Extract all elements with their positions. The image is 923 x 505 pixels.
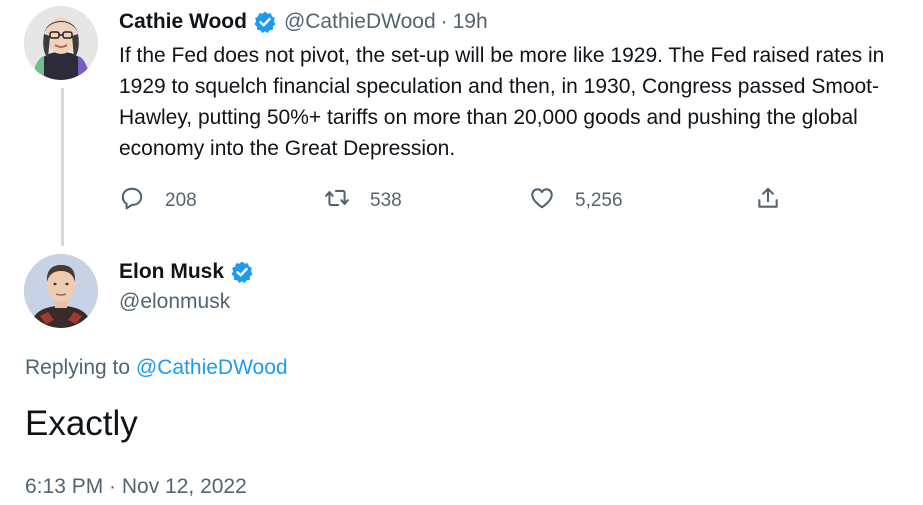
reply-timestamp[interactable]: 6:13 PM · Nov 12, 2022 xyxy=(25,475,247,499)
verified-badge-icon xyxy=(230,260,254,284)
reply-icon xyxy=(119,185,145,217)
like-icon xyxy=(529,185,555,217)
reply-button[interactable]: 208 xyxy=(119,184,197,218)
retweet-count: 538 xyxy=(370,190,402,211)
tweet-actions: 208 538 5,256 xyxy=(119,184,799,218)
like-count: 5,256 xyxy=(575,190,623,211)
reply-count: 208 xyxy=(165,190,197,211)
author-name[interactable]: Cathie Wood xyxy=(119,10,247,34)
like-button[interactable]: 5,256 xyxy=(529,184,623,218)
replying-mention-link[interactable]: @CathieDWood xyxy=(136,356,288,379)
reply-text: Exactly xyxy=(25,404,138,443)
thread-connector-line xyxy=(61,88,64,246)
reply-author-name[interactable]: Elon Musk xyxy=(119,260,224,284)
tweet-time[interactable]: 19h xyxy=(453,10,488,34)
verified-badge-icon xyxy=(253,10,277,34)
header-separator: · xyxy=(440,10,448,33)
reply-author-avatar[interactable] xyxy=(24,254,98,328)
reply-author-handle[interactable]: @elonmusk xyxy=(119,290,230,314)
tweet-text: If the Fed does not pivot, the set-up wi… xyxy=(119,44,885,160)
retweet-icon xyxy=(324,185,350,217)
reply-author-header: Elon Musk xyxy=(119,258,261,286)
share-button[interactable] xyxy=(755,184,781,218)
replying-prefix: Replying to xyxy=(25,356,131,379)
retweet-button[interactable]: 538 xyxy=(324,184,402,218)
replying-to-line: Replying to @CathieDWood xyxy=(25,356,288,380)
author-avatar[interactable] xyxy=(24,6,98,80)
tweet-thread: Cathie Wood @CathieDWood · 19h If the Fe… xyxy=(0,0,923,505)
author-handle[interactable]: @CathieDWood xyxy=(284,10,436,34)
tweet-header: Cathie Wood @CathieDWood · 19h xyxy=(119,8,488,36)
share-icon xyxy=(755,185,781,217)
